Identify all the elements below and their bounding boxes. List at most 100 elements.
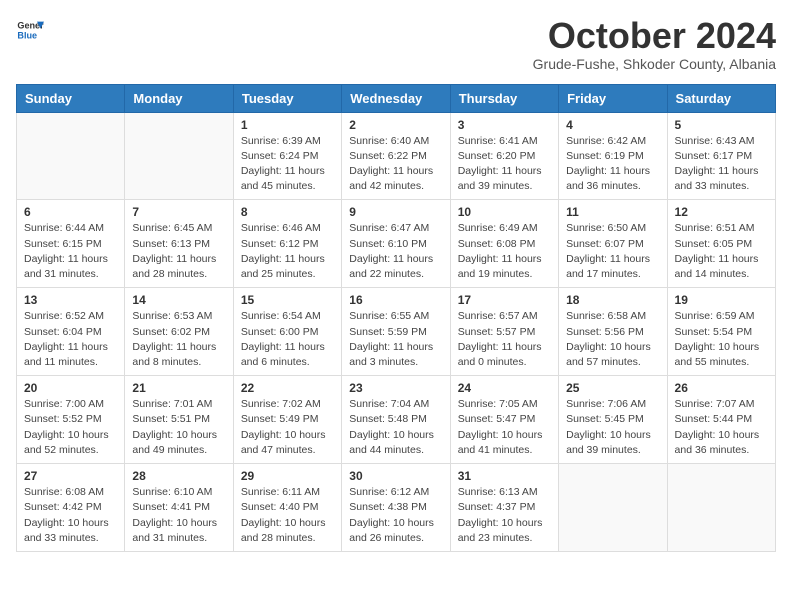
day-info: Sunrise: 6:58 AMSunset: 5:56 PMDaylight:…: [566, 309, 659, 370]
calendar-week-row: 27Sunrise: 6:08 AMSunset: 4:42 PMDayligh…: [17, 464, 776, 552]
calendar-week-row: 6Sunrise: 6:44 AMSunset: 6:15 PMDaylight…: [17, 200, 776, 288]
location-subtitle: Grude-Fushe, Shkoder County, Albania: [533, 56, 776, 72]
calendar-cell: 29 Sunrise: 6:11 AMSunset: 4:40 PMDayligh…: [233, 464, 341, 552]
day-number: 1: [241, 118, 334, 132]
calendar-cell: 27Sunrise: 6:08 AMSunset: 4:42 PMDayligh…: [17, 464, 125, 552]
calendar-cell: 11Sunrise: 6:50 AMSunset: 6:07 PMDayligh…: [559, 200, 667, 288]
day-info: Sunrise: 6:54 AMSunset: 6:00 PMDaylight:…: [241, 309, 334, 370]
calendar-cell: 15 Sunrise: 6:54 AMSunset: 6:00 PMDayligh…: [233, 288, 341, 376]
day-number: 13: [24, 293, 117, 307]
page-header: General Blue October 2024 Grude-Fushe, S…: [16, 16, 776, 72]
calendar-cell: 30 Sunrise: 6:12 AMSunset: 4:38 PMDayligh…: [342, 464, 450, 552]
day-info: Sunrise: 6:40 AMSunset: 6:22 PMDaylight:…: [349, 134, 442, 195]
day-number: 6: [24, 205, 117, 219]
day-number: 17: [458, 293, 551, 307]
day-info: Sunrise: 6:59 AMSunset: 5:54 PMDaylight:…: [675, 309, 768, 370]
day-number: 7: [132, 205, 225, 219]
calendar-table: SundayMondayTuesdayWednesdayThursdayFrid…: [16, 84, 776, 552]
calendar-cell: 9 Sunrise: 6:47 AMSunset: 6:10 PMDaylight…: [342, 200, 450, 288]
calendar-cell: 25 Sunrise: 7:06 AMSunset: 5:45 PMDayligh…: [559, 376, 667, 464]
day-info: Sunrise: 6:39 AMSunset: 6:24 PMDaylight:…: [241, 134, 334, 195]
calendar-cell: 24Sunrise: 7:05 AMSunset: 5:47 PMDayligh…: [450, 376, 558, 464]
day-number: 25: [566, 381, 659, 395]
day-info: Sunrise: 6:47 AMSunset: 6:10 PMDaylight:…: [349, 221, 442, 282]
day-info: Sunrise: 6:41 AMSunset: 6:20 PMDaylight:…: [458, 134, 551, 195]
day-number: 3: [458, 118, 551, 132]
calendar-cell: 18 Sunrise: 6:58 AMSunset: 5:56 PMDayligh…: [559, 288, 667, 376]
calendar-cell: [125, 112, 233, 200]
day-number: 31: [458, 469, 551, 483]
logo: General Blue: [16, 16, 44, 44]
day-number: 16: [349, 293, 442, 307]
day-number: 8: [241, 205, 334, 219]
day-info: Sunrise: 7:01 AMSunset: 5:51 PMDaylight:…: [132, 397, 225, 458]
calendar-cell: [17, 112, 125, 200]
day-info: Sunrise: 6:10 AMSunset: 4:41 PMDaylight:…: [132, 485, 225, 546]
day-number: 18: [566, 293, 659, 307]
day-info: Sunrise: 6:57 AMSunset: 5:57 PMDaylight:…: [458, 309, 551, 370]
weekday-header-tuesday: Tuesday: [233, 84, 341, 112]
calendar-cell: 8 Sunrise: 6:46 AMSunset: 6:12 PMDaylight…: [233, 200, 341, 288]
calendar-cell: 20 Sunrise: 7:00 AMSunset: 5:52 PMDayligh…: [17, 376, 125, 464]
weekday-header-row: SundayMondayTuesdayWednesdayThursdayFrid…: [17, 84, 776, 112]
day-info: Sunrise: 7:05 AMSunset: 5:47 PMDaylight:…: [458, 397, 551, 458]
day-number: 11: [566, 205, 659, 219]
day-number: 9: [349, 205, 442, 219]
calendar-cell: [667, 464, 775, 552]
logo-icon: General Blue: [16, 16, 44, 44]
calendar-cell: 4 Sunrise: 6:42 AMSunset: 6:19 PMDaylight…: [559, 112, 667, 200]
day-number: 26: [675, 381, 768, 395]
weekday-header-friday: Friday: [559, 84, 667, 112]
calendar-cell: 12Sunrise: 6:51 AMSunset: 6:05 PMDayligh…: [667, 200, 775, 288]
calendar-week-row: 13 Sunrise: 6:52 AMSunset: 6:04 PMDayligh…: [17, 288, 776, 376]
day-info: Sunrise: 6:42 AMSunset: 6:19 PMDaylight:…: [566, 134, 659, 195]
calendar-cell: 7 Sunrise: 6:45 AMSunset: 6:13 PMDaylight…: [125, 200, 233, 288]
day-number: 5: [675, 118, 768, 132]
title-section: October 2024 Grude-Fushe, Shkoder County…: [533, 16, 776, 72]
day-number: 22: [241, 381, 334, 395]
day-number: 28: [132, 469, 225, 483]
calendar-cell: 22Sunrise: 7:02 AMSunset: 5:49 PMDayligh…: [233, 376, 341, 464]
day-number: 21: [132, 381, 225, 395]
calendar-cell: 16 Sunrise: 6:55 AMSunset: 5:59 PMDayligh…: [342, 288, 450, 376]
day-info: Sunrise: 7:04 AMSunset: 5:48 PMDaylight:…: [349, 397, 442, 458]
day-number: 27: [24, 469, 117, 483]
day-number: 23: [349, 381, 442, 395]
day-number: 20: [24, 381, 117, 395]
calendar-cell: 28 Sunrise: 6:10 AMSunset: 4:41 PMDayligh…: [125, 464, 233, 552]
day-info: Sunrise: 7:06 AMSunset: 5:45 PMDaylight:…: [566, 397, 659, 458]
calendar-cell: 31Sunrise: 6:13 AMSunset: 4:37 PMDayligh…: [450, 464, 558, 552]
day-number: 12: [675, 205, 768, 219]
calendar-cell: 14 Sunrise: 6:53 AMSunset: 6:02 PMDayligh…: [125, 288, 233, 376]
day-info: Sunrise: 6:49 AMSunset: 6:08 PMDaylight:…: [458, 221, 551, 282]
day-number: 30: [349, 469, 442, 483]
day-info: Sunrise: 6:46 AMSunset: 6:12 PMDaylight:…: [241, 221, 334, 282]
day-number: 19: [675, 293, 768, 307]
calendar-cell: [559, 464, 667, 552]
calendar-cell: 26 Sunrise: 7:07 AMSunset: 5:44 PMDayligh…: [667, 376, 775, 464]
day-info: Sunrise: 6:52 AMSunset: 6:04 PMDaylight:…: [24, 309, 117, 370]
weekday-header-sunday: Sunday: [17, 84, 125, 112]
calendar-cell: 21 Sunrise: 7:01 AMSunset: 5:51 PMDayligh…: [125, 376, 233, 464]
day-number: 29: [241, 469, 334, 483]
day-number: 2: [349, 118, 442, 132]
calendar-week-row: 1 Sunrise: 6:39 AMSunset: 6:24 PMDaylight…: [17, 112, 776, 200]
day-info: Sunrise: 6:55 AMSunset: 5:59 PMDaylight:…: [349, 309, 442, 370]
day-info: Sunrise: 6:45 AMSunset: 6:13 PMDaylight:…: [132, 221, 225, 282]
day-info: Sunrise: 6:43 AMSunset: 6:17 PMDaylight:…: [675, 134, 768, 195]
day-info: Sunrise: 6:12 AMSunset: 4:38 PMDaylight:…: [349, 485, 442, 546]
day-number: 14: [132, 293, 225, 307]
day-info: Sunrise: 6:11 AMSunset: 4:40 PMDaylight:…: [241, 485, 334, 546]
calendar-week-row: 20 Sunrise: 7:00 AMSunset: 5:52 PMDayligh…: [17, 376, 776, 464]
month-title: October 2024: [533, 16, 776, 56]
calendar-cell: 19 Sunrise: 6:59 AMSunset: 5:54 PMDayligh…: [667, 288, 775, 376]
day-info: Sunrise: 6:53 AMSunset: 6:02 PMDaylight:…: [132, 309, 225, 370]
day-number: 4: [566, 118, 659, 132]
calendar-cell: 6Sunrise: 6:44 AMSunset: 6:15 PMDaylight…: [17, 200, 125, 288]
svg-text:Blue: Blue: [17, 30, 37, 40]
day-info: Sunrise: 7:00 AMSunset: 5:52 PMDaylight:…: [24, 397, 117, 458]
weekday-header-thursday: Thursday: [450, 84, 558, 112]
calendar-cell: 2 Sunrise: 6:40 AMSunset: 6:22 PMDaylight…: [342, 112, 450, 200]
day-info: Sunrise: 7:07 AMSunset: 5:44 PMDaylight:…: [675, 397, 768, 458]
day-number: 15: [241, 293, 334, 307]
